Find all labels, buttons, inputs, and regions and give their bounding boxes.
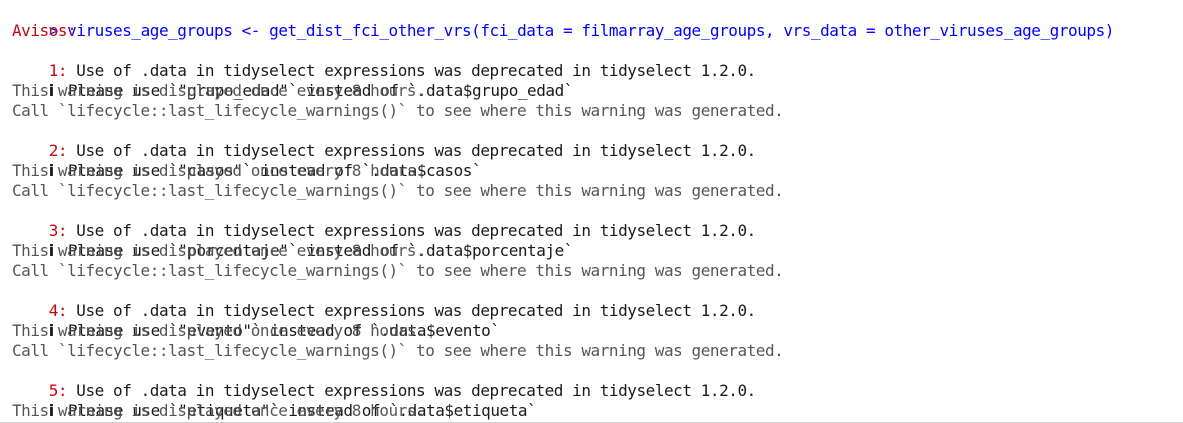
warning-number: 2: [48,141,77,160]
warning-call: Call `lifecycle::last_lifecycle_warnings… [12,261,784,280]
warning-message-line: 2: Use of .data in tidyselect expression… [12,121,1183,160]
warning-message: Use of .data in tidyselect expressions w… [76,61,756,80]
warning-message-line: 4: Use of .data in tidyselect expression… [12,281,1183,320]
warning-message: Use of .data in tidyselect expressions w… [76,221,756,240]
warning-message-line: 1: Use of .data in tidyselect expression… [12,41,1183,80]
command-text: viruses_age_groups <- get_dist_fci_other… [67,21,1114,40]
warning-call: Call `lifecycle::last_lifecycle_warnings… [12,341,784,360]
command-line[interactable]: > viruses_age_groups <- get_dist_fci_oth… [12,1,1183,40]
warning-message: Use of .data in tidyselect expressions w… [76,301,756,320]
warning-message: Use of .data in tidyselect expressions w… [76,381,756,400]
warning-note: This warning is displayed once every 8 h… [12,401,426,420]
warning-note: This warning is displayed once every 8 h… [12,241,426,260]
warning-number: 1: [48,61,77,80]
warning-number: 5: [48,381,77,400]
warning-number: 3: [48,221,77,240]
warning-note: This warning is displayed once every 8 h… [12,161,426,180]
warning-note: This warning is displayed once every 8 h… [12,81,426,100]
warning-note: This warning is displayed once every 8 h… [12,321,426,340]
warning-number: 4: [48,301,77,320]
warning-call: Call `lifecycle::last_lifecycle_warnings… [12,181,784,200]
warning-message: Use of .data in tidyselect expressions w… [76,141,756,160]
r-console-output[interactable]: > viruses_age_groups <- get_dist_fci_oth… [0,0,1183,423]
warning-message-line: 5: Use of .data in tidyselect expression… [12,361,1183,400]
warning-call: Call `lifecycle::last_lifecycle_warnings… [12,101,784,120]
warning-message-line: 3: Use of .data in tidyselect expression… [12,201,1183,240]
